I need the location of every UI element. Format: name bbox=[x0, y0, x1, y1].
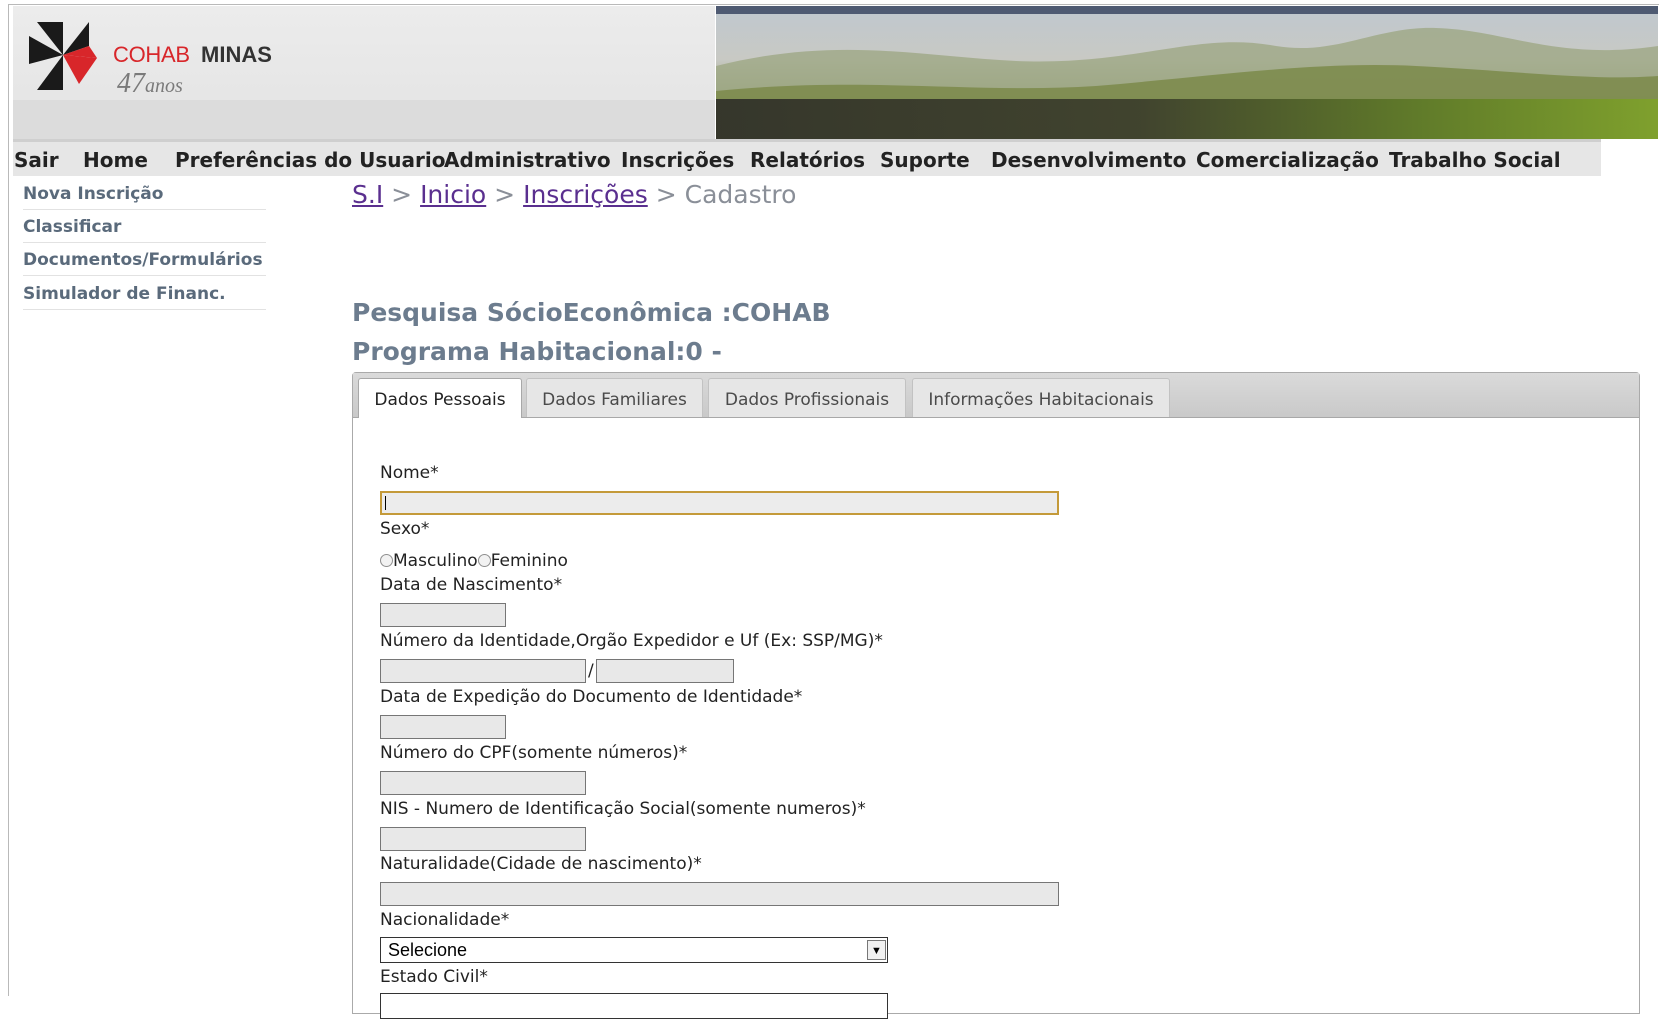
logo-anniversary: 47anos bbox=[117, 68, 183, 100]
tab-dados-profissionais[interactable]: Dados Profissionais bbox=[708, 378, 906, 417]
feminino-radio[interactable] bbox=[477, 554, 491, 567]
tab-bar: Dados Pessoais Dados Familiares Dados Pr… bbox=[353, 373, 1639, 418]
header: COHAB MINAS 47anos bbox=[13, 6, 1658, 139]
tab-dados-pessoais[interactable]: Dados Pessoais bbox=[358, 378, 522, 418]
identidade-separator: / bbox=[588, 661, 594, 681]
landscape-banner bbox=[716, 6, 1658, 139]
nascimento-input[interactable] bbox=[380, 603, 506, 627]
logo-area: COHAB MINAS 47anos bbox=[13, 6, 715, 139]
menu-preferencias[interactable]: Preferências do Usuario bbox=[175, 148, 445, 172]
menu-sair[interactable]: Sair bbox=[14, 148, 59, 172]
logo-strip bbox=[13, 100, 715, 139]
nacionalidade-label: Nacionalidade* bbox=[380, 910, 510, 930]
menu-home[interactable]: Home bbox=[83, 148, 148, 172]
tab-informacoes-habitacionais[interactable]: Informações Habitacionais bbox=[912, 378, 1170, 417]
nacionalidade-selected-value: Selecione bbox=[388, 940, 468, 960]
masculino-radio[interactable] bbox=[380, 554, 393, 567]
cpf-label: Número do CPF(somente números)* bbox=[380, 743, 688, 763]
logo-years-number: 47 bbox=[117, 68, 145, 99]
breadcrumb-separator: > bbox=[655, 180, 677, 209]
menu-suporte[interactable]: Suporte bbox=[880, 148, 970, 172]
text-caret bbox=[385, 496, 386, 510]
program-title: Programa Habitacional:0 - bbox=[352, 337, 722, 366]
tab-panel: Dados Pessoais Dados Familiares Dados Pr… bbox=[352, 372, 1640, 1019]
tab-dados-familiares[interactable]: Dados Familiares bbox=[526, 378, 703, 417]
menu-inscricoes[interactable]: Inscrições bbox=[621, 148, 734, 172]
nascimento-label: Data de Nascimento* bbox=[380, 575, 563, 595]
logo-text-minas: MINAS bbox=[201, 42, 272, 67]
estado-civil-label: Estado Civil* bbox=[380, 967, 488, 987]
sexo-label: Sexo* bbox=[380, 519, 430, 539]
sidebar-item-documentos[interactable]: Documentos/Formulários bbox=[23, 245, 266, 276]
expedicao-input[interactable] bbox=[380, 715, 506, 739]
breadcrumb-separator: > bbox=[391, 180, 413, 209]
sexo-radio-group: Masculino Feminino bbox=[380, 551, 568, 571]
banner-dark-band bbox=[716, 99, 1658, 139]
menu-administrativo[interactable]: Administrativo bbox=[444, 148, 611, 172]
estado-civil-select[interactable] bbox=[380, 993, 888, 1019]
breadcrumb-link-si[interactable]: S.I bbox=[352, 180, 383, 209]
logo-years-word: anos bbox=[145, 75, 183, 97]
identidade-label: Número da Identidade,Orgão Expedidor e U… bbox=[380, 631, 883, 651]
naturalidade-input[interactable] bbox=[380, 882, 1059, 906]
nome-label: Nome* bbox=[380, 463, 439, 483]
identidade-numero-input[interactable] bbox=[380, 659, 586, 683]
breadcrumb-separator: > bbox=[494, 180, 516, 209]
cpf-input[interactable] bbox=[380, 771, 586, 795]
page-title: Pesquisa SócioEconômica :COHAB bbox=[352, 298, 831, 327]
feminino-label: Feminino bbox=[490, 551, 568, 571]
nacionalidade-select[interactable]: Selecione ▼ bbox=[380, 937, 888, 963]
expedicao-label: Data de Expedição do Documento de Identi… bbox=[380, 687, 803, 707]
sidebar-item-nova-inscricao[interactable]: Nova Inscrição bbox=[23, 179, 266, 210]
breadcrumb-current: Cadastro bbox=[684, 180, 797, 209]
menu-comercializacao[interactable]: Comercialização bbox=[1196, 148, 1379, 172]
menu-desenvolvimento[interactable]: Desenvolvimento bbox=[991, 148, 1186, 172]
naturalidade-label: Naturalidade(Cidade de nascimento)* bbox=[380, 854, 702, 874]
logo-text-cohab: COHAB bbox=[113, 42, 190, 67]
nome-input[interactable] bbox=[380, 491, 1059, 515]
cohab-logo-icon bbox=[29, 22, 97, 90]
breadcrumb-link-inscricoes[interactable]: Inscrições bbox=[523, 180, 648, 209]
menu-relatorios[interactable]: Relatórios bbox=[750, 148, 865, 172]
breadcrumb-link-inicio[interactable]: Inicio bbox=[420, 180, 486, 209]
chevron-down-icon[interactable]: ▼ bbox=[867, 940, 886, 960]
menu-trabalho-social[interactable]: Trabalho Social bbox=[1389, 148, 1561, 172]
nis-label: NIS - Numero de Identificação Social(som… bbox=[380, 799, 866, 819]
breadcrumb: S.I > Inicio > Inscrições > Cadastro bbox=[352, 180, 796, 209]
sidebar-item-simulador[interactable]: Simulador de Financ. bbox=[23, 279, 266, 310]
main-menu-bar: Sair Home Preferências do Usuario Admini… bbox=[13, 139, 1601, 176]
orgao-expedidor-input[interactable] bbox=[596, 659, 734, 683]
sidebar-item-classificar[interactable]: Classificar bbox=[23, 212, 266, 243]
masculino-label: Masculino bbox=[393, 551, 478, 571]
nis-input[interactable] bbox=[380, 827, 586, 851]
